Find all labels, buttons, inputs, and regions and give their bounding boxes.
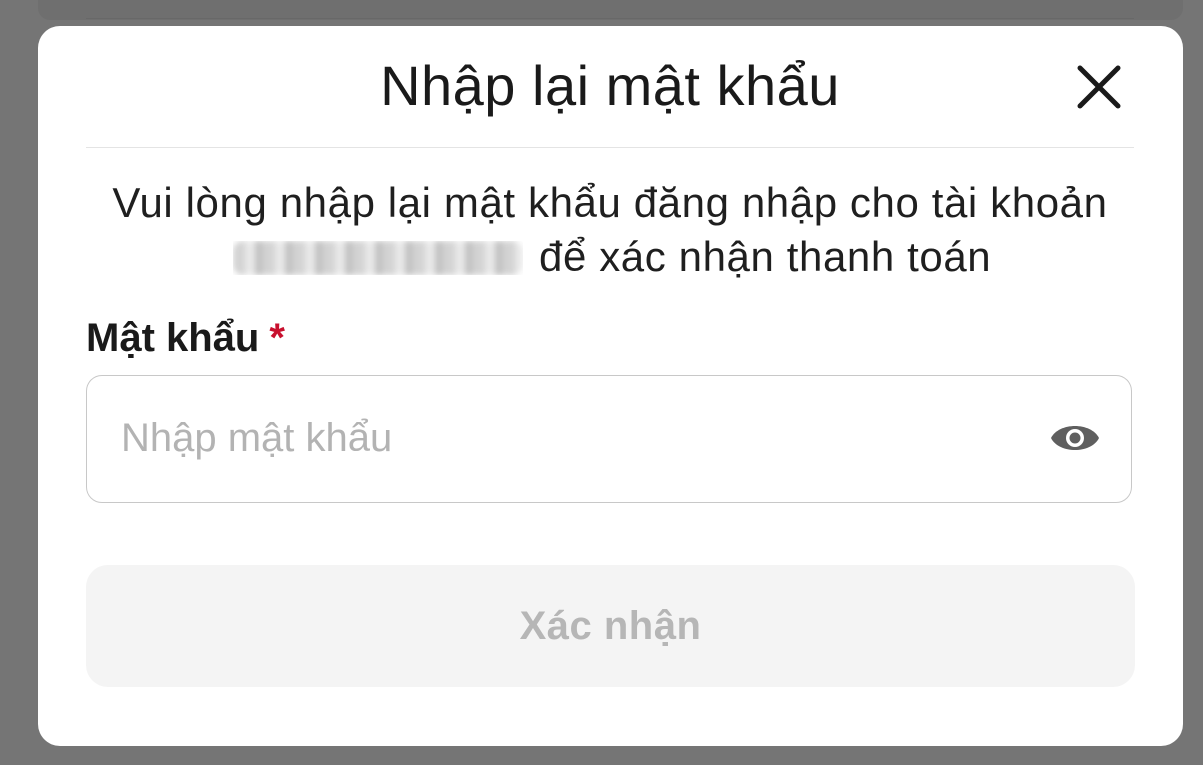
description-text-end: để xác nhận thanh toán: [539, 233, 992, 280]
password-label-text: Mật khẩu: [86, 316, 260, 360]
masked-account-number: 0935067113: [232, 241, 523, 275]
show-password-toggle[interactable]: [1049, 416, 1101, 460]
password-input[interactable]: [121, 376, 1021, 501]
redaction-blur: [232, 241, 523, 275]
eye-icon: [1051, 426, 1099, 450]
required-asterisk: *: [269, 316, 285, 360]
dialog-description: Vui lòng nhập lại mật khẩu đăng nhập cho…: [86, 176, 1134, 284]
description-text-start: Vui lòng nhập lại mật khẩu đăng nhập cho…: [112, 179, 1108, 226]
close-icon: [1077, 65, 1121, 109]
background-divider: [86, 18, 1134, 19]
password-field: [86, 375, 1132, 503]
password-label: Mật khẩu *: [86, 316, 285, 361]
dialog-header: Nhập lại mật khẩu: [86, 26, 1134, 148]
close-button[interactable]: [1076, 64, 1122, 110]
reenter-password-dialog: Nhập lại mật khẩu Vui lòng nhập lại mật …: [38, 26, 1183, 746]
dialog-title: Nhập lại mật khẩu: [380, 54, 840, 117]
background-card: [38, 0, 1183, 20]
confirm-button[interactable]: Xác nhận: [86, 565, 1135, 687]
